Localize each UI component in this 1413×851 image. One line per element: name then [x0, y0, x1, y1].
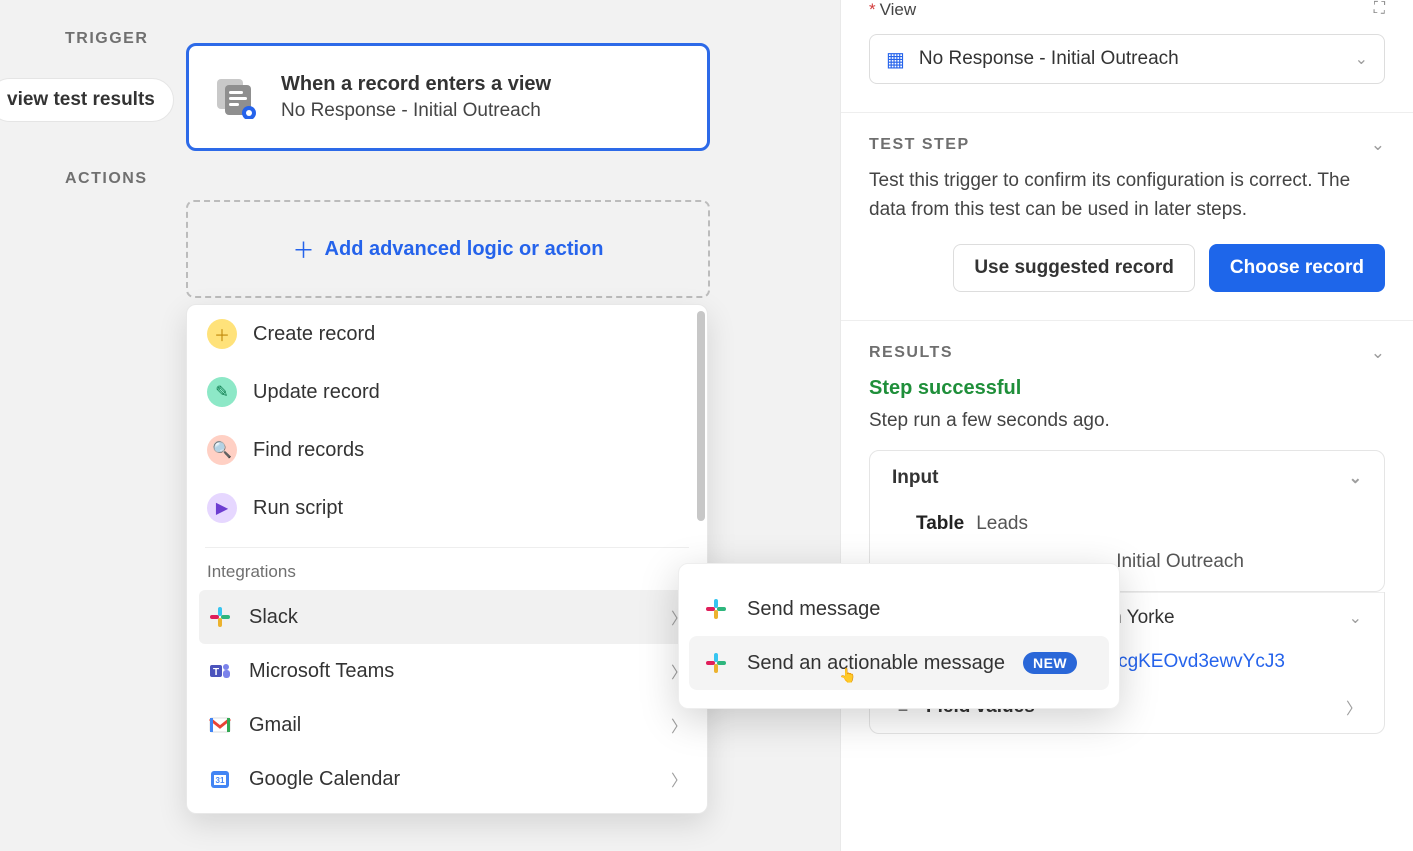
- chevron-down-icon[interactable]: ⌄: [1349, 608, 1362, 628]
- divider: [841, 320, 1413, 321]
- svg-text:T: T: [213, 667, 219, 678]
- plus-icon: ＋: [293, 233, 315, 265]
- choose-record-button[interactable]: Choose record: [1209, 244, 1385, 292]
- table-val: Leads: [976, 513, 1028, 535]
- integration-label: Microsoft Teams: [249, 660, 394, 683]
- action-find-records[interactable]: 🔍 Find records: [199, 421, 695, 479]
- submenu-label: Send message: [747, 598, 880, 621]
- integration-gforms[interactable]: Google Forms 〉: [199, 806, 695, 814]
- search-icon: 🔍: [207, 435, 237, 465]
- new-badge: NEW: [1023, 652, 1077, 674]
- play-icon: ▶: [207, 493, 237, 523]
- chevron-down-icon[interactable]: ⌄: [1371, 343, 1385, 363]
- add-action-label: Add advanced logic or action: [325, 238, 604, 261]
- trigger-text: When a record enters a view No Response …: [281, 73, 551, 122]
- section-label-trigger: TRIGGER: [65, 30, 148, 48]
- submenu-label: Send an actionable message: [747, 652, 1005, 675]
- record-view-icon: [213, 75, 257, 119]
- view-field-label: *View: [869, 0, 1413, 20]
- record-id-value[interactable]: recgKEOvd3ewvYcJ3: [1101, 651, 1285, 673]
- integrations-label: Integrations: [199, 562, 695, 590]
- slack-icon: [703, 596, 729, 622]
- grid-icon: ▦: [886, 47, 905, 72]
- step-ran-text: Step run a few seconds ago.: [869, 410, 1385, 432]
- teams-icon: T: [207, 658, 233, 684]
- calendar-icon: 31: [207, 766, 233, 792]
- action-label: Run script: [253, 497, 343, 520]
- section-label-actions: ACTIONS: [65, 170, 148, 188]
- pencil-icon: ✎: [207, 377, 237, 407]
- action-create-record[interactable]: ＋ Create record: [199, 305, 695, 363]
- integration-label: Google Calendar: [249, 768, 400, 791]
- divider: [841, 112, 1413, 113]
- chevron-right-icon[interactable]: 〉: [1346, 695, 1362, 719]
- chevron-down-icon[interactable]: ⌄: [1371, 135, 1385, 155]
- integration-gcal[interactable]: 31 Google Calendar 〉: [199, 752, 695, 806]
- slack-submenu: Send message Send an actionable message …: [678, 563, 1120, 709]
- chevron-right-icon: 〉: [671, 767, 687, 791]
- actions-dropdown: ＋ Create record ✎ Update record 🔍 Find r…: [186, 304, 708, 814]
- input-label: Input: [892, 467, 938, 489]
- use-suggested-button[interactable]: Use suggested record: [953, 244, 1195, 292]
- integration-teams[interactable]: T Microsoft Teams 〉: [199, 644, 695, 698]
- trigger-title: When a record enters a view: [281, 73, 551, 96]
- add-action-button[interactable]: ＋ Add advanced logic or action: [186, 200, 710, 298]
- action-label: Update record: [253, 381, 380, 404]
- scrollbar[interactable]: [697, 311, 705, 521]
- integration-gmail[interactable]: Gmail 〉: [199, 698, 695, 752]
- results-heading: RESULTS: [869, 344, 953, 362]
- gmail-icon: [207, 712, 233, 738]
- action-update-record[interactable]: ✎ Update record: [199, 363, 695, 421]
- action-label: Create record: [253, 323, 375, 346]
- properties-panel: *View ⛶ ▦ No Response - Initial Outreach…: [840, 0, 1413, 851]
- trigger-subtitle: No Response - Initial Outreach: [281, 100, 551, 122]
- expand-icon[interactable]: ⛶: [1374, 0, 1385, 18]
- view-select[interactable]: ▦ No Response - Initial Outreach ⌄: [869, 34, 1385, 84]
- automation-canvas: view test results TRIGGER ACTIONS When a…: [0, 0, 840, 851]
- slack-send-message[interactable]: Send message: [689, 582, 1109, 636]
- divider: [205, 547, 689, 548]
- table-key: Table: [916, 513, 964, 535]
- integration-slack[interactable]: Slack 〉: [199, 590, 695, 644]
- chevron-down-icon: ⌄: [1355, 49, 1368, 69]
- svg-text:31: 31: [216, 776, 225, 785]
- view-val: Initial Outreach: [1116, 551, 1244, 573]
- action-run-script[interactable]: ▶ Run script: [199, 479, 695, 537]
- view-select-value: No Response - Initial Outreach: [919, 48, 1179, 70]
- action-label: Find records: [253, 439, 364, 462]
- test-step-description: Test this trigger to confirm its configu…: [869, 167, 1385, 224]
- slack-send-actionable[interactable]: Send an actionable message NEW 👆: [689, 636, 1109, 690]
- slack-icon: [703, 650, 729, 676]
- chevron-down-icon[interactable]: ⌄: [1349, 468, 1362, 488]
- integration-label: Gmail: [249, 714, 301, 737]
- plus-circle-icon: ＋: [207, 319, 237, 349]
- step-successful: Step successful: [869, 377, 1385, 400]
- view-test-results-pill[interactable]: view test results: [0, 78, 174, 122]
- chevron-right-icon: 〉: [671, 713, 687, 737]
- trigger-card[interactable]: When a record enters a view No Response …: [186, 43, 710, 151]
- integration-label: Slack: [249, 606, 298, 629]
- test-step-heading: TEST STEP: [869, 136, 970, 154]
- slack-icon: [207, 604, 233, 630]
